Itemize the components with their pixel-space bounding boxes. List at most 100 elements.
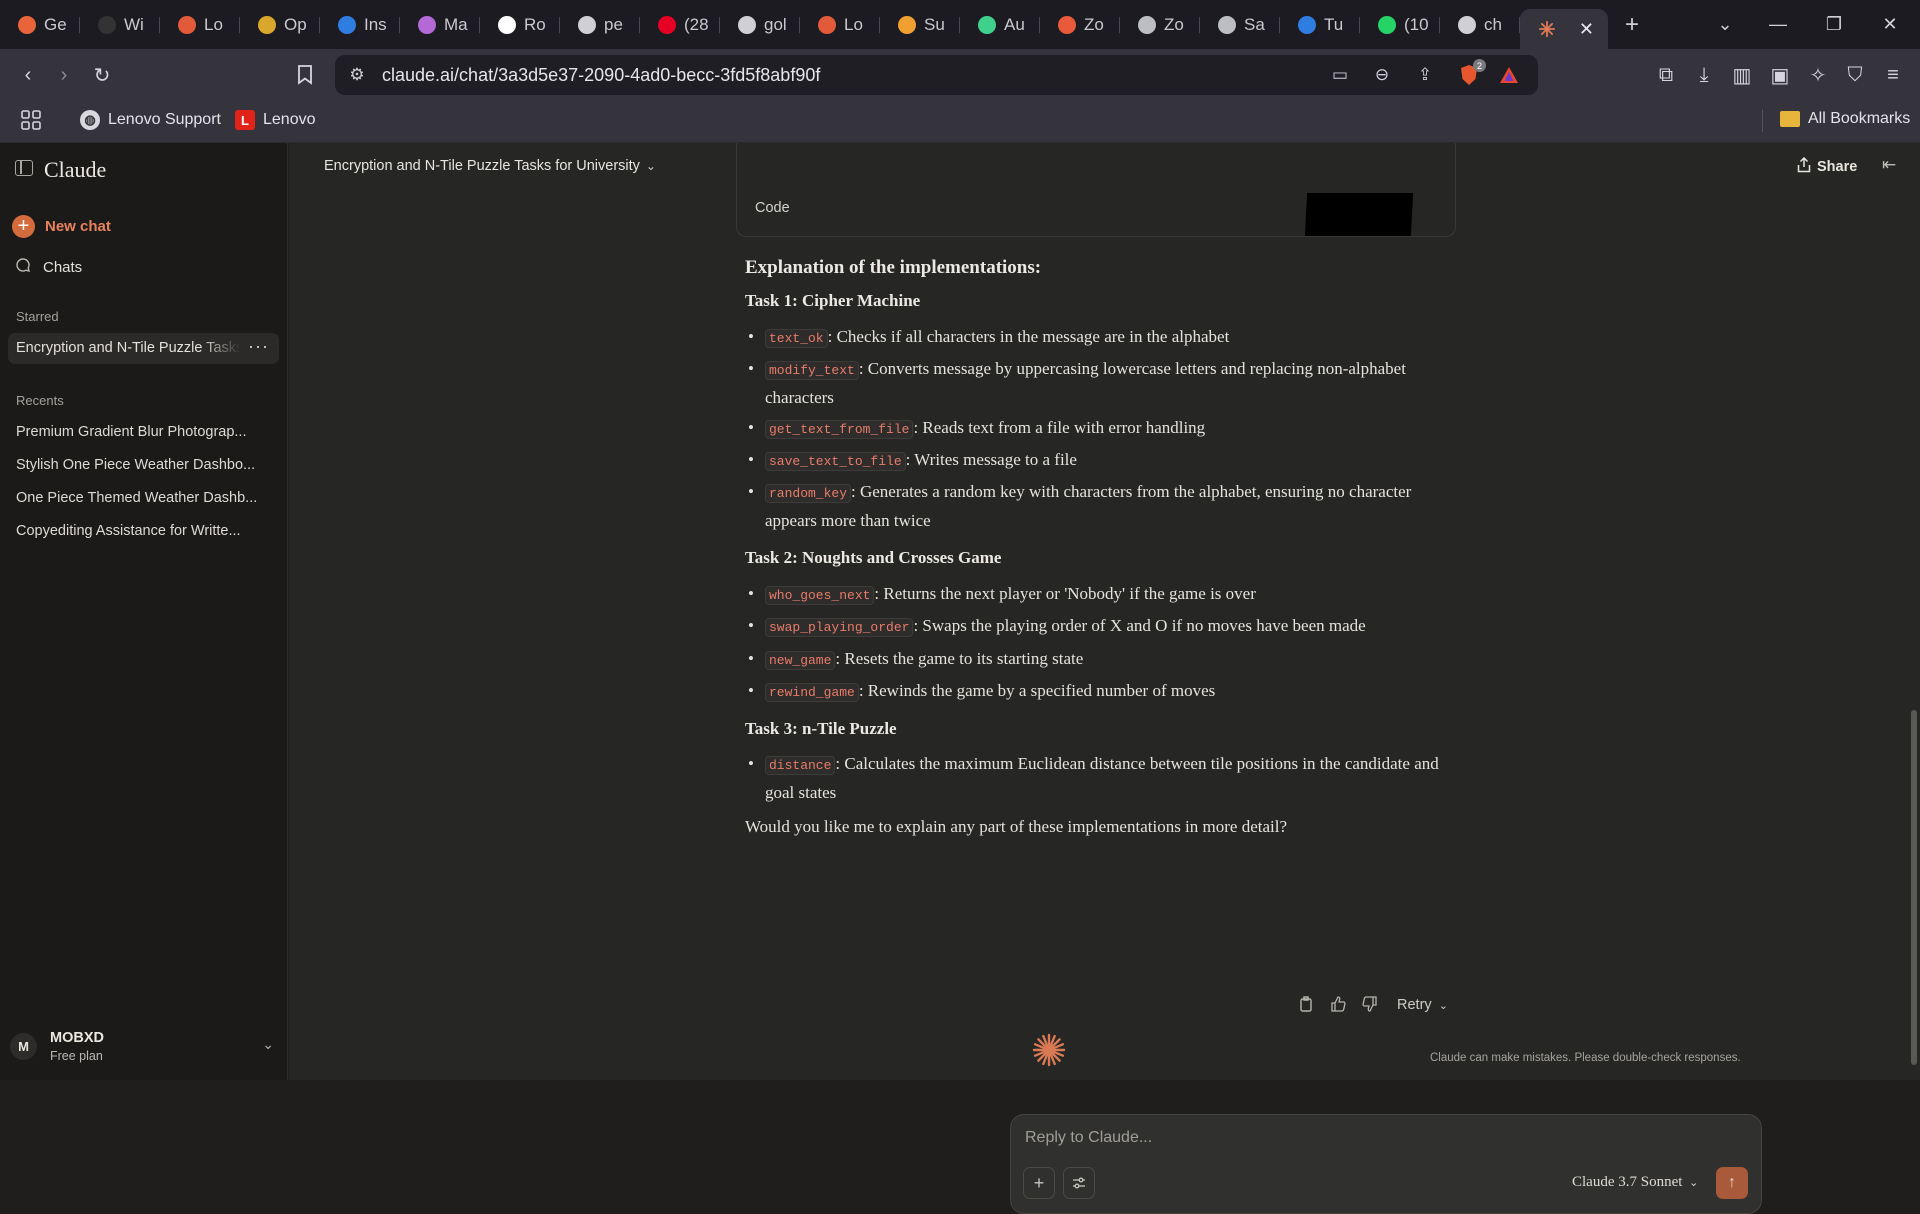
tools-button[interactable] bbox=[1063, 1167, 1095, 1199]
tab-strip: Ge Wi Lo Op Ins Ma Ro pe (28 gol Lo Su Au Zo Zo Sa Tu (10… bbox=[0, 0, 1920, 49]
recent-chat-item[interactable]: One Piece Themed Weather Dashb... bbox=[16, 490, 257, 506]
bookmark-icon[interactable] bbox=[291, 61, 319, 89]
retry-button[interactable]: Retry ⌄ bbox=[1397, 997, 1448, 1013]
list-item: new_game: Resets the game to its startin… bbox=[745, 645, 1445, 674]
code-artifact-card[interactable]: Code bbox=[736, 143, 1456, 237]
share-page-icon[interactable]: ⇪ bbox=[1413, 63, 1437, 87]
new-tab-button[interactable]: + bbox=[1608, 6, 1656, 44]
close-tab-icon[interactable]: ✕ bbox=[1579, 19, 1594, 40]
site-settings-icon[interactable]: ⚙ bbox=[345, 63, 369, 87]
globe-icon bbox=[1218, 15, 1236, 34]
brave-rewards-icon[interactable] bbox=[1497, 63, 1521, 87]
sidebar-toggle-icon[interactable] bbox=[15, 160, 33, 176]
thumbs-up-icon[interactable] bbox=[1330, 996, 1346, 1016]
browser-tab[interactable]: ch bbox=[1440, 6, 1520, 44]
chat-title-button[interactable]: Encryption and N-Tile Puzzle Tasks for U… bbox=[324, 158, 656, 174]
bookmark-lenovo[interactable]: L Lenovo bbox=[235, 110, 316, 130]
apps-grid-icon[interactable] bbox=[21, 110, 41, 130]
browser-tab[interactable]: (28 bbox=[640, 6, 720, 44]
record-icon bbox=[498, 15, 516, 34]
heart-icon bbox=[818, 15, 836, 34]
browser-tab[interactable]: Ma bbox=[400, 6, 480, 44]
more-options-icon[interactable]: ··· bbox=[248, 336, 269, 357]
browser-tab[interactable]: (10 bbox=[1360, 6, 1440, 44]
browser-tab[interactable]: Au bbox=[960, 6, 1040, 44]
brand-logo[interactable]: Claude bbox=[44, 157, 106, 183]
sidebar-panel-icon[interactable]: ▥ bbox=[1728, 61, 1756, 89]
globe-icon bbox=[1138, 15, 1156, 34]
list-item: swap_playing_order: Swaps the playing or… bbox=[745, 612, 1445, 641]
chevron-down-icon: ⌄ bbox=[262, 1036, 274, 1052]
code-span: new_game bbox=[765, 651, 836, 670]
collapse-panel-icon[interactable]: ⇤ bbox=[1882, 155, 1896, 175]
list-item: who_goes_next: Returns the next player o… bbox=[745, 580, 1445, 609]
user-name: MOBXD bbox=[50, 1030, 104, 1046]
code-span: who_goes_next bbox=[765, 586, 875, 605]
chats-link[interactable]: Chats bbox=[15, 257, 82, 277]
menu-icon[interactable]: ≡ bbox=[1879, 61, 1907, 89]
back-icon[interactable]: ‹ bbox=[14, 61, 42, 89]
browser-tab[interactable]: Zo bbox=[1120, 6, 1200, 44]
browser-tab[interactable]: Ro bbox=[480, 6, 560, 44]
extensions-icon[interactable]: ⧉ bbox=[1652, 61, 1680, 89]
bookmark-lenovo-support[interactable]: ◍ Lenovo Support bbox=[80, 110, 221, 130]
share-label: Share bbox=[1817, 159, 1858, 175]
browser-tab[interactable]: Su bbox=[880, 6, 960, 44]
zoom-out-icon[interactable]: ⊖ bbox=[1370, 63, 1394, 87]
list-item: random_key: Generates a random key with … bbox=[745, 478, 1445, 534]
user-menu[interactable]: M MOBXD Free plan ⌄ bbox=[10, 1028, 278, 1070]
browser-tab[interactable]: Sa bbox=[1200, 6, 1280, 44]
item-text: : Rewinds the game by a specified number… bbox=[858, 681, 1216, 700]
downloads-icon[interactable]: ⤓ bbox=[1690, 61, 1718, 89]
claude-spark-icon bbox=[1032, 1033, 1066, 1072]
code-preview-thumbnail bbox=[1304, 193, 1414, 236]
tab-active[interactable]: ✕ bbox=[1520, 9, 1608, 49]
minimize-icon[interactable]: — bbox=[1750, 0, 1806, 49]
model-label: Claude 3.7 Sonnet bbox=[1572, 1174, 1683, 1190]
browser-tab[interactable]: pe bbox=[560, 6, 640, 44]
address-bar[interactable]: ⚙ claude.ai/chat/3a3d5e37-2090-4ad0-becc… bbox=[335, 55, 1538, 95]
tab-label: Lo bbox=[844, 14, 863, 34]
send-button[interactable]: ↑ bbox=[1716, 1167, 1748, 1199]
recent-chat-item[interactable]: Premium Gradient Blur Photograp... bbox=[16, 424, 247, 440]
thumbs-down-icon[interactable] bbox=[1362, 996, 1378, 1016]
browser-tab[interactable]: Lo bbox=[160, 6, 240, 44]
arrow-up-icon: ↑ bbox=[1728, 1174, 1736, 1191]
model-selector[interactable]: Claude 3.7 Sonnet ⌄ bbox=[1572, 1174, 1698, 1191]
item-text: : Checks if all characters in the messag… bbox=[827, 327, 1230, 346]
browser-tab[interactable]: gol bbox=[720, 6, 800, 44]
starred-chat-item[interactable]: Encryption and N-Tile Puzzle Tasks for U… bbox=[8, 333, 279, 364]
reload-icon[interactable]: ↻ bbox=[88, 61, 116, 89]
browser-tab[interactable]: Zo bbox=[1040, 6, 1120, 44]
user-plan: Free plan bbox=[50, 1049, 103, 1063]
browser-tab[interactable]: Op bbox=[240, 6, 320, 44]
vpn-icon[interactable]: ⛉ bbox=[1841, 61, 1869, 89]
new-chat-button[interactable]: + New chat bbox=[12, 215, 111, 238]
browser-tab[interactable]: Ins bbox=[320, 6, 400, 44]
share-button[interactable]: Share bbox=[1797, 156, 1858, 177]
browser-tab[interactable]: Lo bbox=[800, 6, 880, 44]
close-window-icon[interactable]: ✕ bbox=[1862, 0, 1918, 49]
recent-chat-item[interactable]: Stylish One Piece Weather Dashbo... bbox=[16, 457, 255, 473]
browser-tab[interactable]: Wi bbox=[80, 6, 160, 44]
all-bookmarks-button[interactable]: All Bookmarks bbox=[1780, 110, 1910, 128]
tab-label: pe bbox=[604, 14, 623, 34]
restore-icon[interactable]: ❐ bbox=[1806, 0, 1862, 49]
code-span: rewind_game bbox=[765, 683, 859, 702]
scrollbar[interactable] bbox=[1911, 710, 1917, 1065]
forward-icon[interactable]: › bbox=[50, 61, 78, 89]
recent-chat-item[interactable]: Copyediting Assistance for Writte... bbox=[16, 523, 241, 539]
tab-label: Su bbox=[924, 14, 945, 34]
tab-search-chevron-icon[interactable]: ⌄ bbox=[1697, 0, 1753, 49]
browser-tab[interactable]: Ge bbox=[0, 6, 80, 44]
leo-ai-icon[interactable]: ✧ bbox=[1804, 61, 1832, 89]
reply-input[interactable] bbox=[1025, 1129, 1625, 1147]
tab-label: gol bbox=[764, 14, 787, 34]
add-attachment-button[interactable]: + bbox=[1023, 1167, 1055, 1199]
browser-tab[interactable]: Tu bbox=[1280, 6, 1360, 44]
copy-icon[interactable] bbox=[1299, 996, 1313, 1016]
wallet-icon[interactable]: ▣ bbox=[1766, 61, 1794, 89]
ring-icon bbox=[1298, 15, 1316, 34]
url-text[interactable]: claude.ai/chat/3a3d5e37-2090-4ad0-becc-3… bbox=[382, 65, 820, 86]
cast-icon[interactable]: ▭ bbox=[1328, 63, 1352, 87]
